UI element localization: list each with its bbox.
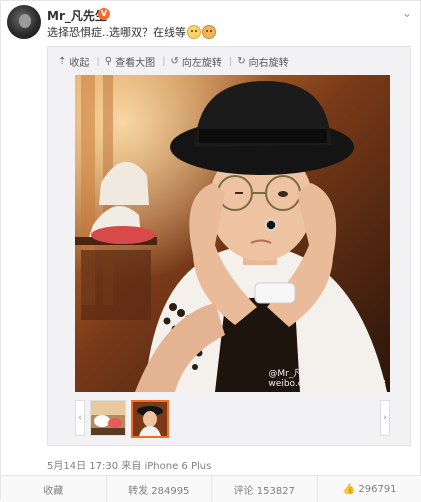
rotate-left-icon: ↺ — [170, 56, 178, 67]
thumbnail-strip: ‹ › — [75, 400, 390, 438]
repost-button[interactable]: 转发 284995 — [107, 476, 213, 502]
toolbar-divider: | — [96, 56, 99, 67]
view-large-button[interactable]: ⚲查看大图 — [105, 54, 155, 69]
main-photo[interactable]: @Mr_凡先生weibo.com/u/3591355593 — [75, 75, 390, 392]
magnifier-icon: ⚲ — [105, 56, 112, 67]
rotate-left-button[interactable]: ↺向左旋转 — [170, 54, 221, 69]
rotate-right-icon: ↻ — [237, 56, 245, 67]
rotate-right-button[interactable]: ↻向右旋转 — [237, 54, 288, 69]
thumbnail-2-image — [133, 402, 167, 436]
avatar[interactable] — [7, 5, 41, 39]
toolbar-divider: | — [162, 56, 165, 67]
post-time[interactable]: 5月14日 17:30 — [47, 461, 118, 472]
post-meta: 5月14日 17:30 来自 iPhone 6 Plus — [47, 457, 211, 472]
toolbar-divider: | — [229, 56, 232, 67]
collapse-button[interactable]: ⇡收起 — [58, 54, 89, 69]
cat-emoji-icon — [187, 25, 201, 39]
media-viewer: ⇡收起 | ⚲查看大图 | ↺向左旋转 | ↻向右旋转 — [47, 46, 411, 446]
thumbs-up-icon: 👍 — [343, 484, 355, 495]
chevron-down-icon[interactable]: ⌄ — [402, 6, 412, 20]
vip-badge-icon: V — [98, 8, 110, 20]
post-from-label: 来自 — [121, 461, 141, 472]
media-toolbar: ⇡收起 | ⚲查看大图 | ↺向左旋转 | ↻向右旋转 — [58, 53, 291, 69]
thumbnail-next-arrow-icon[interactable]: › — [380, 400, 390, 436]
post-source[interactable]: iPhone 6 Plus — [144, 461, 211, 472]
thumbnail-1[interactable] — [90, 400, 126, 436]
thumbnail-prev-arrow-icon[interactable]: ‹ — [75, 400, 85, 436]
comment-button[interactable]: 评论 153827 — [212, 476, 318, 502]
post-text-content: 选择恐惧症..选哪双？在线等 — [47, 26, 186, 39]
action-bar: 收藏 转发 284995 评论 153827 👍296791 — [1, 475, 421, 502]
post-text: 选择恐惧症..选哪双？在线等 — [47, 24, 216, 40]
thumbnail-1-image — [91, 401, 125, 435]
collapse-icon: ⇡ — [58, 56, 66, 67]
weibo-post-card: Mr_凡先生 V ⌄ 选择恐惧症..选哪双？在线等 ⇡收起 | ⚲查看大图 | … — [0, 0, 421, 500]
photo-illustration — [75, 75, 390, 392]
favorite-button[interactable]: 收藏 — [1, 476, 107, 502]
thumbnail-2-selected[interactable] — [131, 400, 169, 438]
cat-emoji-icon — [202, 25, 216, 39]
like-button[interactable]: 👍296791 — [318, 476, 421, 502]
photo-watermark: @Mr_凡先生weibo.com/u/3591355593 — [268, 366, 386, 389]
